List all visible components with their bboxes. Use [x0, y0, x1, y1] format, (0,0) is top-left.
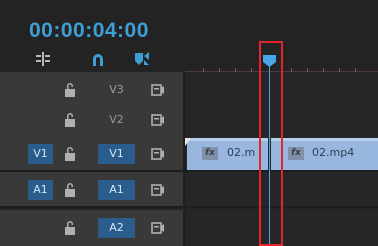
- clip-bar: [271, 138, 378, 141]
- lock-icon[interactable]: [64, 112, 76, 128]
- track-output-icon[interactable]: [151, 221, 165, 235]
- source-patch-v1[interactable]: V1: [28, 144, 53, 164]
- target-track-v2[interactable]: V2: [98, 110, 135, 130]
- fx-badge: fx: [202, 147, 218, 160]
- track-output-icon[interactable]: [151, 113, 165, 127]
- lock-icon[interactable]: [64, 82, 76, 98]
- divider: [183, 172, 185, 208]
- track-row-a2: A2: [0, 210, 378, 246]
- divider: [183, 210, 185, 246]
- lock-icon[interactable]: [64, 182, 76, 198]
- track-output-icon[interactable]: [151, 183, 165, 197]
- snap-insert-icon[interactable]: [33, 50, 53, 68]
- timecode-display[interactable]: 00:00:04:00: [29, 20, 149, 42]
- linked-selection-magnet-icon[interactable]: [88, 50, 108, 68]
- target-track-a1[interactable]: A1: [98, 180, 135, 200]
- clip-bar: [187, 138, 268, 141]
- divider: [183, 102, 185, 138]
- clip-name: 02.m: [227, 146, 256, 159]
- target-track-v3[interactable]: V3: [98, 80, 135, 100]
- target-track-v1[interactable]: V1: [98, 144, 135, 164]
- clip-name: 02.mp4: [312, 146, 355, 159]
- lock-icon[interactable]: [64, 220, 76, 236]
- clip-02-mp4[interactable]: fx 02.mp4: [271, 138, 378, 170]
- source-patch-a1[interactable]: A1: [28, 180, 53, 200]
- track-row-v2: V2: [0, 102, 378, 138]
- clip-02-m[interactable]: fx 02.m: [187, 138, 268, 170]
- track-output-icon[interactable]: [151, 83, 165, 97]
- track-row-a1: A1 A1: [0, 172, 378, 208]
- add-marker-icon[interactable]: [132, 50, 152, 68]
- playhead-highlight-box: [259, 41, 283, 246]
- target-track-a2[interactable]: A2: [98, 218, 135, 238]
- lock-icon[interactable]: [64, 146, 76, 162]
- track-output-icon[interactable]: [151, 147, 165, 161]
- clip-edge-marker: [185, 138, 191, 146]
- fx-badge: fx: [288, 147, 304, 160]
- divider: [0, 206, 378, 208]
